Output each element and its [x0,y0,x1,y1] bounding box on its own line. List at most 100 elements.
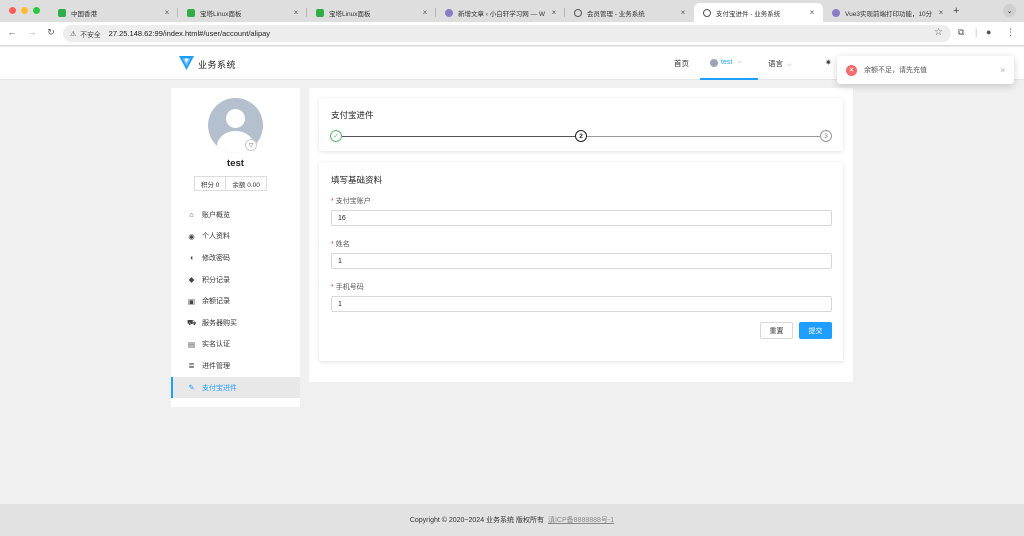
user-circle-icon: ◉ [188,231,195,241]
maximize-window-button[interactable] [33,7,40,14]
reload-icon[interactable]: ↻ [45,27,57,38]
sidebar-item-label: 余额记录 [202,298,230,306]
sidebar-username: test [227,158,244,169]
nav-user-menu[interactable]: test ⌵ [700,47,758,80]
tab-title: Vue3实现前端打印功能，10分 [845,10,932,18]
sidebar-item-account-overview[interactable]: ⌂ 账户概览 [171,204,300,226]
logo-icon[interactable] [179,55,194,71]
icp-link[interactable]: 滇ICP备8888888号-1 [548,515,614,525]
minimize-window-button[interactable] [21,7,28,14]
name-field[interactable]: 1 [331,253,832,269]
purple-feather-icon [445,8,453,17]
account-stats: 积分 0 余额 0.00 [194,176,267,191]
site-footer: Copyright © 2020~2024 业务系统 版权所有 滇ICP备888… [0,504,1024,536]
tab-search-menu-button[interactable]: ⌄ [1003,4,1016,17]
toolbar-divider: | [975,27,978,37]
tab-title: 宝塔Linux面板 [329,10,371,18]
sidebar-item-label: 修改密码 [202,254,230,262]
list-icon: ≣ [188,361,195,371]
nav-language-menu[interactable]: 语言 ⌵ [768,58,792,69]
globe-icon [703,8,711,17]
theme-toggle-icon[interactable]: ✷ [825,58,832,67]
step-indicator: ✓ 2 3 [330,130,832,142]
chevron-down-icon: ⌵ [787,62,792,68]
points-stat: 积分 0 [194,176,227,191]
sidebar-item-label: 账户概览 [202,211,230,219]
tab-title: 新增文章 ‹ 小白轩学习网 — Wo [458,10,545,18]
browser-tab[interactable]: 会员管理 - 业务系统 × [565,3,694,22]
sidebar-item-profile[interactable]: ◉ 个人资料 [171,226,300,248]
sidebar-item-change-password[interactable]: ◖ 修改密码 [171,247,300,269]
phone-field[interactable]: 1 [331,296,832,312]
green-shield-icon [58,8,66,17]
close-icon[interactable]: × [292,8,300,17]
browser-toolbar: ← → ↻ ⚠ 不安全 27.25.148.62:99/index.html#/… [0,22,1024,46]
name-value: 1 [338,257,342,265]
sidebar-menu: ⌂ 账户概览 ◉ 个人资料 ◖ 修改密码 ◆ 积分记录 ▣ 余额记录 ⛟ 服务器… [171,204,300,399]
brand-name[interactable]: 业务系统 [198,58,236,71]
browser-tab[interactable]: 新增文章 ‹ 小白轩学习网 — Wo × [436,3,565,22]
sidebar-item-points-history[interactable]: ◆ 积分记录 [171,269,300,291]
progress-card: 支付宝进件 ✓ 2 3 [319,98,843,151]
nav-home-link[interactable]: 首页 [674,58,689,69]
extensions-icon[interactable]: ⧉ [958,27,964,38]
step-connector [342,135,575,137]
error-toast: × 余额不足，请先充值 × [837,56,1014,84]
back-arrow-icon[interactable]: ← [6,27,18,37]
sidebar-item-identity-verification[interactable]: ▤ 实名认证 [171,334,300,356]
close-icon[interactable]: × [421,8,429,17]
close-icon[interactable]: × [550,8,558,17]
cart-icon: ⛟ [187,317,197,327]
shield-icon: ◖ [189,253,194,263]
close-icon[interactable]: × [937,8,945,17]
browser-tab-active[interactable]: 支付宝进件 - 业务系统 × [694,3,823,22]
bookmark-star-icon[interactable]: ☆ [934,27,943,38]
nav-username: test [721,59,733,66]
green-shield-icon [316,8,324,17]
close-icon[interactable]: × [1000,66,1005,75]
step-3: 3 [820,130,832,142]
green-shield-icon [187,8,195,17]
step-2: 2 [575,130,587,142]
step-1-check-icon: ✓ [330,130,342,142]
home-icon: ⌂ [189,210,194,220]
address-bar[interactable]: ⚠ 不安全 27.25.148.62:99/index.html#/user/a… [63,25,951,42]
submit-button[interactable]: 提交 [799,322,832,339]
profile-icon[interactable]: ● [986,27,991,37]
new-tab-button[interactable]: + [953,5,959,17]
sidebar-item-onboarding-management[interactable]: ≣ 进件管理 [171,355,300,377]
globe-icon [574,8,582,17]
sidebar-item-balance-history[interactable]: ▣ 余额记录 [171,290,300,312]
close-icon[interactable]: × [163,8,171,17]
forward-arrow-icon[interactable]: → [26,27,38,37]
reset-button[interactable]: 重置 [760,322,793,339]
browser-tab-bar: 中国香港 × 宝塔Linux面板 × 宝塔Linux面板 × 新增文章 ‹ 小白… [0,0,1024,22]
alipay-account-label: * 支付宝账户 [331,198,371,205]
basic-info-form: 填写基础资料 * 支付宝账户 16 * 姓名 1 * 手机号码 1 重置 提交 [319,162,843,361]
tab-title: 宝塔Linux面板 [200,10,242,18]
sidebar-item-alipay-onboarding[interactable]: ✎ 支付宝进件 [171,376,300,399]
more-menu-icon[interactable]: ⋮ [1006,27,1015,38]
tab-strip: 中国香港 × 宝塔Linux面板 × 宝塔Linux面板 × 新增文章 ‹ 小白… [49,3,952,22]
purple-feather-icon [832,8,840,17]
main-content: 支付宝进件 ✓ 2 3 填写基础资料 * 支付宝账户 16 * 姓名 1 * 手… [309,88,853,382]
close-icon[interactable]: × [679,8,687,17]
copyright-text: Copyright © 2020~2024 业务系统 版权所有 [409,517,544,524]
browser-tab[interactable]: 宝塔Linux面板 × [307,3,436,22]
page-title: 支付宝进件 [331,110,374,120]
avatar [710,58,718,67]
close-window-button[interactable] [9,7,16,14]
sidebar-item-server-purchase[interactable]: ⛟ 服务器购买 [171,312,300,334]
alipay-account-field[interactable]: 16 [331,210,832,226]
browser-tab[interactable]: 宝塔Linux面板 × [178,3,307,22]
security-status[interactable]: 不安全 [80,29,100,39]
phone-label: * 手机号码 [331,284,364,291]
window-controls [9,7,40,14]
browser-tab[interactable]: 中国香港 × [49,3,178,22]
browser-tab[interactable]: Vue3实现前端打印功能，10分 × [823,3,952,22]
url-text[interactable]: 27.25.148.62:99/index.html#/user/account… [109,29,270,38]
close-icon[interactable]: × [808,8,816,17]
sidebar-item-label: 服务器购买 [202,319,237,327]
toast-message: 余额不足，请先充值 [864,67,927,74]
nav-language-label: 语言 [768,59,783,68]
